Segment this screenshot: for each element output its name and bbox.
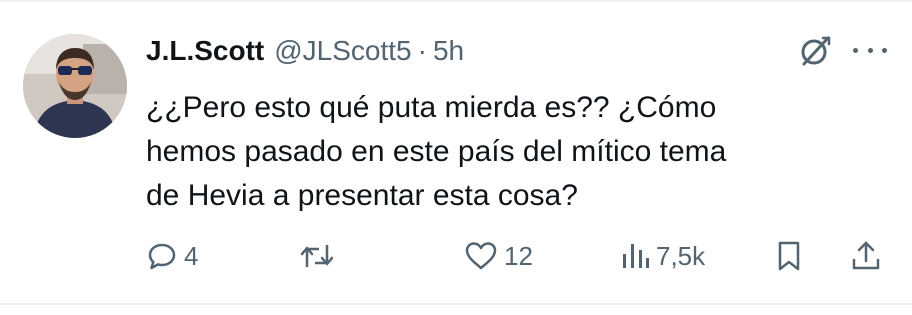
more-dot [853, 47, 858, 53]
bookmark-button[interactable] [774, 234, 804, 278]
bottom-divider [0, 303, 912, 305]
more-icon[interactable] [853, 44, 887, 56]
reply-icon [148, 243, 176, 270]
user-handle[interactable]: @JLScott5 [274, 35, 411, 67]
reply-count: 4 [184, 240, 199, 271]
views-icon [623, 244, 649, 268]
tweet-text: ¿¿Pero esto qué puta mierda es?? ¿Cómo h… [146, 91, 727, 212]
action-bar: 4 12 7,5k [146, 234, 892, 278]
retweet-button[interactable] [299, 234, 341, 278]
top-divider [0, 0, 912, 2]
tweet-header: J.L.Scott @JLScott5 · 5h [146, 28, 464, 74]
timestamp[interactable]: 5h [433, 35, 464, 67]
heart-icon [465, 242, 497, 270]
like-count: 12 [504, 240, 533, 271]
views-button[interactable]: 7,5k [620, 234, 705, 278]
share-button[interactable] [850, 234, 882, 278]
retweet-icon [300, 245, 334, 267]
grok-icon[interactable] [797, 33, 833, 69]
views-count: 7,5k [656, 240, 706, 271]
display-name[interactable]: J.L.Scott [146, 35, 264, 67]
share-icon [852, 241, 880, 270]
more-dot [867, 47, 873, 53]
like-button[interactable]: 12 [464, 234, 533, 278]
bookmark-icon [778, 241, 800, 271]
avatar-photo [23, 34, 127, 138]
separator-dot: · [417, 35, 427, 66]
avatar[interactable] [23, 34, 127, 138]
reply-button[interactable]: 4 [146, 234, 198, 278]
more-dot [882, 47, 887, 53]
